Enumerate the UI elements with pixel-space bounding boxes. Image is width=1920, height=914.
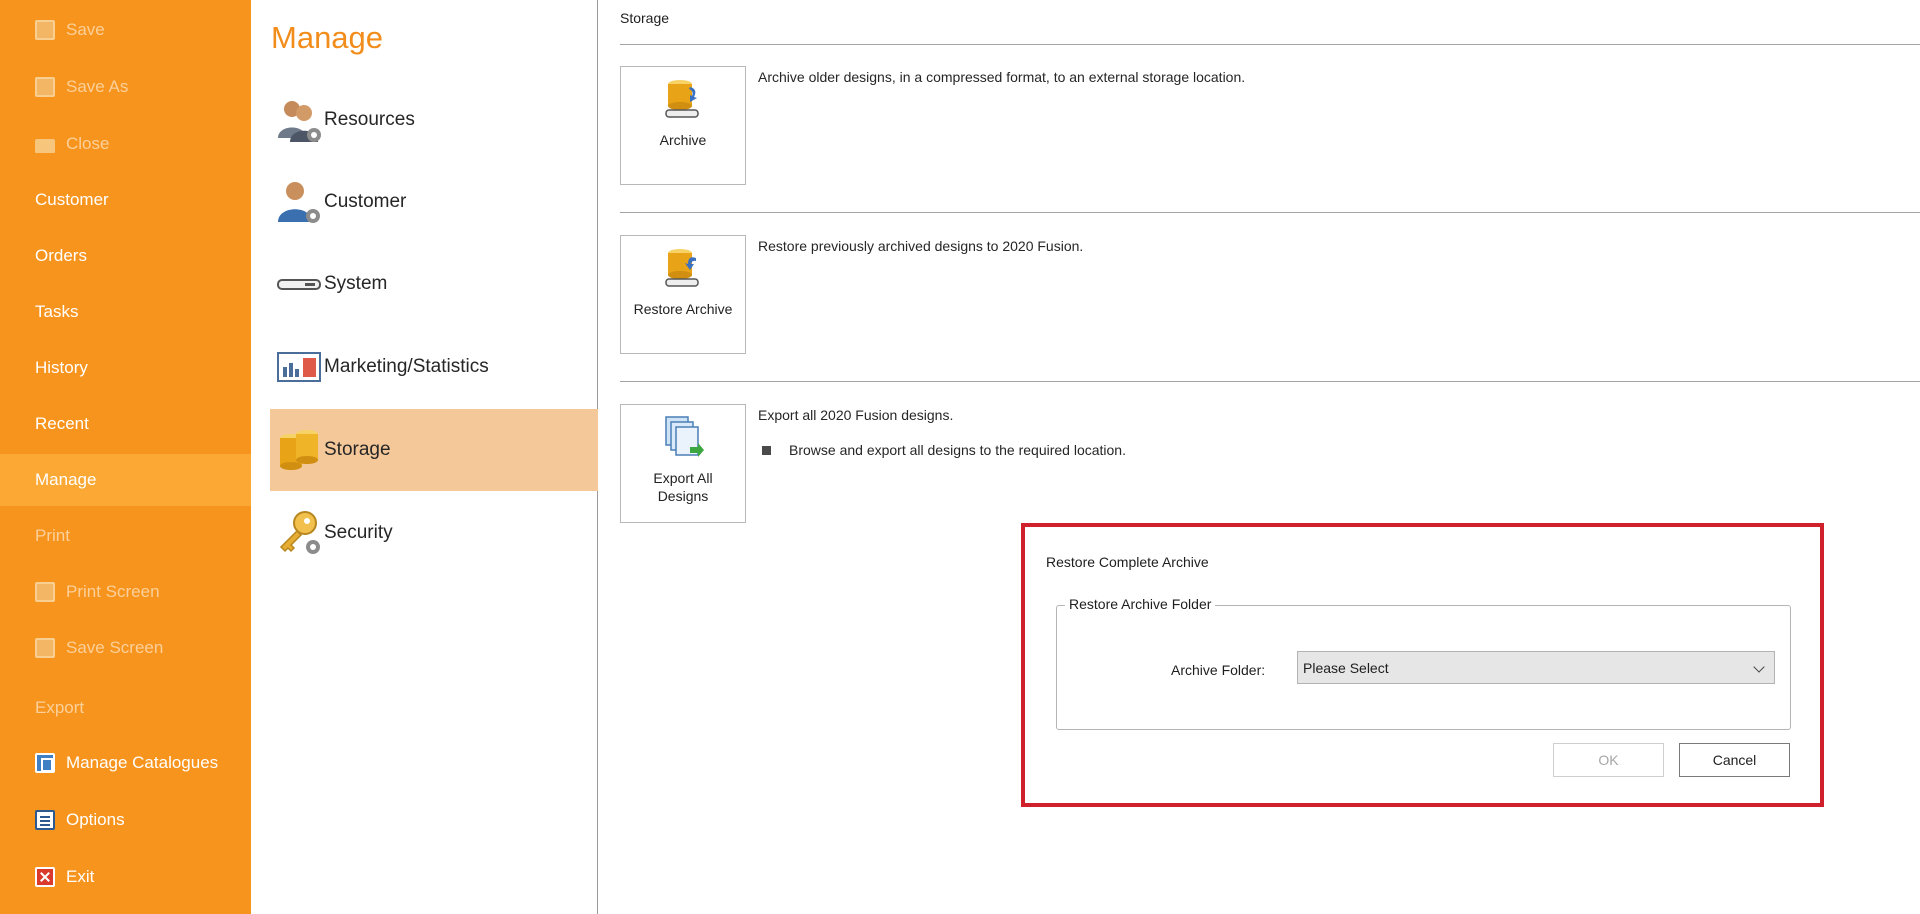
- group-title: Restore Archive Folder: [1065, 596, 1216, 612]
- nav-item-export[interactable]: Export: [0, 682, 251, 734]
- manage-item-label: Storage: [324, 439, 391, 460]
- divider: [620, 381, 1920, 382]
- archive-folder-label: Archive Folder:: [1171, 662, 1266, 678]
- chevron-down-icon: [1753, 661, 1765, 673]
- nav-item-close[interactable]: Close: [0, 118, 251, 170]
- nav-item-label: Options: [66, 810, 125, 829]
- nav-item-save-screen[interactable]: Save Screen: [0, 622, 251, 674]
- restore-complete-archive-dialog: Restore Complete Archive Restore Archive…: [1021, 523, 1824, 807]
- bullet-square-icon: [762, 445, 771, 455]
- save-as-icon: [35, 77, 55, 97]
- manage-item-label: Resources: [324, 109, 415, 130]
- print-screen-icon: [35, 582, 55, 602]
- archive-icon: [665, 80, 699, 118]
- divider: [620, 44, 1920, 45]
- nav-item-print-screen[interactable]: Print Screen: [0, 566, 251, 618]
- export-designs-icon: [665, 416, 704, 457]
- nav-item-label: Manage: [35, 470, 97, 489]
- folder-icon: [35, 139, 55, 153]
- restore-archive-label: Restore Archive: [633, 301, 733, 317]
- restore-archive-button[interactable]: Restore Archive: [620, 235, 746, 354]
- restore-archive-folder-group: Restore Archive Folder Archive Folder: P…: [1056, 596, 1791, 730]
- storage-icon: [280, 430, 318, 470]
- section-title: Storage: [620, 10, 670, 26]
- export-bullet-text: Browse and export all designs to the req…: [789, 442, 1126, 458]
- nav-item-label: Orders: [35, 246, 87, 265]
- archive-label: Archive: [659, 132, 707, 148]
- system-icon: [277, 279, 321, 290]
- nav-item-label: Exit: [66, 867, 95, 886]
- customer-icon: [278, 182, 320, 223]
- archive-description: Archive older designs, in a compressed f…: [758, 69, 1246, 85]
- nav-item-customer[interactable]: Customer: [0, 174, 251, 226]
- nav-item-manage-catalogues[interactable]: Manage Catalogues: [0, 737, 251, 789]
- nav-item-tasks[interactable]: Tasks: [0, 286, 251, 338]
- nav-item-print[interactable]: Print: [0, 510, 251, 562]
- export-all-designs-button[interactable]: Export All Designs: [620, 404, 746, 523]
- manage-item-customer[interactable]: Customer: [270, 161, 598, 243]
- catalogue-icon: [35, 753, 55, 773]
- nav-item-label: History: [35, 358, 88, 377]
- restore-archive-icon: [665, 249, 699, 287]
- manage-item-storage[interactable]: Storage: [270, 409, 598, 491]
- manage-item-label: Security: [324, 522, 393, 543]
- manage-item-system[interactable]: System: [270, 243, 598, 325]
- manage-item-label: System: [324, 273, 388, 294]
- save-icon: [35, 20, 55, 40]
- marketing-icon: [277, 352, 321, 382]
- options-icon: [35, 810, 55, 830]
- nav-item-exit[interactable]: Exit: [0, 851, 251, 903]
- export-bullet: Browse and export all designs to the req…: [762, 442, 1126, 458]
- manage-panel: Manage Resources Customer System Marketi…: [251, 0, 598, 914]
- manage-item-label: Marketing/Statistics: [324, 356, 489, 377]
- manage-item-label: Customer: [324, 191, 407, 212]
- nav-item-history[interactable]: History: [0, 342, 251, 394]
- manage-title: Manage: [271, 20, 384, 55]
- cancel-button[interactable]: Cancel: [1679, 743, 1790, 777]
- nav-item-save[interactable]: Save: [0, 4, 251, 56]
- nav-item-manage[interactable]: Manage: [0, 454, 251, 506]
- save-screen-icon: [35, 638, 55, 658]
- archive-folder-dropdown[interactable]: Please Select: [1297, 651, 1775, 684]
- nav-item-options[interactable]: Options: [0, 794, 251, 846]
- nav-item-label: Tasks: [35, 302, 79, 321]
- restore-archive-description: Restore previously archived designs to 2…: [758, 238, 1084, 254]
- nav-item-label: Recent: [35, 414, 89, 433]
- nav-item-orders[interactable]: Orders: [0, 230, 251, 282]
- resources-icon: [278, 101, 321, 142]
- ok-button[interactable]: OK: [1553, 743, 1664, 777]
- nav-item-label: Save As: [66, 77, 129, 96]
- archive-folder-value: Please Select: [1303, 659, 1389, 676]
- archive-button[interactable]: Archive: [620, 66, 746, 185]
- exit-icon: [35, 867, 55, 887]
- nav-item-recent[interactable]: Recent: [0, 398, 251, 450]
- nav-item-label: Print: [35, 526, 70, 545]
- nav-item-label: Export: [35, 698, 85, 717]
- backstage-nav: Save Save As Close Customer Orders Tasks…: [0, 0, 251, 914]
- nav-item-save-as[interactable]: Save As: [0, 61, 251, 113]
- manage-item-resources[interactable]: Resources: [270, 79, 598, 161]
- nav-item-label: Close: [66, 134, 110, 153]
- dialog-title: Restore Complete Archive: [1046, 554, 1209, 570]
- security-icon: [279, 511, 320, 554]
- manage-item-marketing-statistics[interactable]: Marketing/Statistics: [270, 326, 598, 408]
- nav-item-label: Customer: [35, 190, 109, 209]
- divider: [620, 212, 1920, 213]
- export-all-label-line1: Export All: [653, 470, 713, 486]
- nav-item-label: Manage Catalogues: [66, 753, 219, 772]
- nav-item-label: Print Screen: [66, 582, 160, 601]
- nav-item-label: Save Screen: [66, 638, 164, 657]
- export-all-label-line2: Designs: [657, 488, 709, 504]
- nav-item-label: Save: [66, 20, 105, 39]
- manage-item-security[interactable]: Security: [270, 492, 598, 574]
- export-description: Export all 2020 Fusion designs.: [758, 407, 954, 423]
- export-all-label: Export All Designs: [653, 469, 712, 505]
